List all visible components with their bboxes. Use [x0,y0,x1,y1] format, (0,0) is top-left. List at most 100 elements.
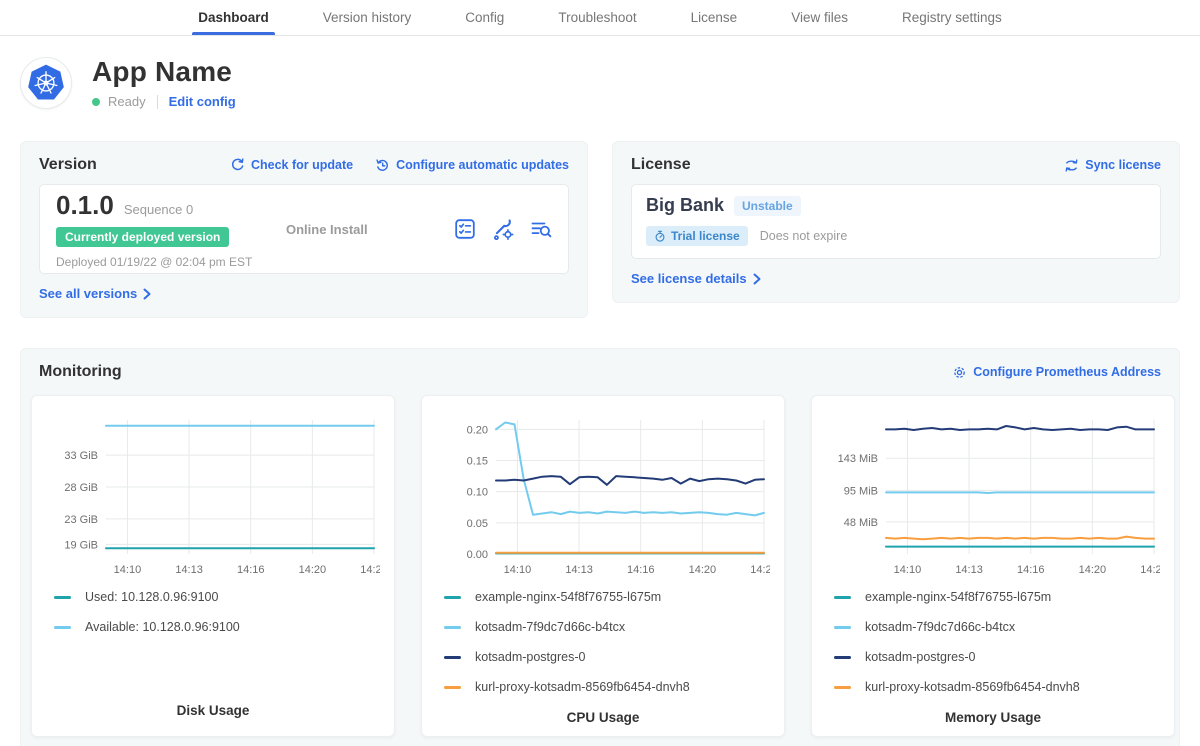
kubernetes-logo-icon [26,63,66,103]
license-panel: Big Bank Unstable Trial l [631,184,1161,259]
svg-text:14:23: 14:23 [750,564,770,576]
see-license-details-label: See license details [631,271,747,286]
svg-text:14:20: 14:20 [299,564,327,576]
legend-item: kurl-proxy-kotsadm-8569fb6454-dnvh8 [444,680,770,694]
charts-row: 14:10 14:13 14:16 14:20 14:23 19 GiB 23 GiB 28 … [31,395,1169,737]
sync-arrows-icon [1064,158,1079,173]
version-action-icons [454,218,552,240]
app-icon [20,57,72,109]
svg-text:19 GiB: 19 GiB [64,539,98,551]
legend-swatch-icon [834,626,851,629]
svg-text:0.10: 0.10 [467,487,488,499]
monitoring-section: Monitoring Configure Prometheus Address … [20,348,1180,746]
memory-usage-legend: example-nginx-54f8f76755-l675m kotsadm-7f… [826,590,1160,710]
legend-label: kurl-proxy-kotsadm-8569fb6454-dnvh8 [475,680,690,694]
cpu-usage-plot: 14:1014:1314:1614:2014:230.000.050.100.1… [436,410,770,582]
chart-card: 14:1014:1314:1614:2014:2319 GiB23 GiB28 … [31,395,395,737]
channel-badge: Unstable [734,196,801,216]
app-header: App Name Ready Edit config [20,56,1180,109]
configure-automatic-updates-link[interactable]: Configure automatic updates [375,158,569,173]
svg-text:0.05: 0.05 [467,518,488,530]
svg-text:0.20: 0.20 [467,424,488,436]
legend-label: example-nginx-54f8f76755-l675m [865,590,1051,604]
svg-text:95 MiB: 95 MiB [844,485,878,497]
scheduled-update-icon [375,158,390,173]
legend-item: example-nginx-54f8f76755-l675m [834,590,1160,604]
license-card-header: License Sync license [631,156,1161,174]
install-type: Online Install [286,222,454,237]
svg-text:48 MiB: 48 MiB [844,517,878,529]
chart-title: Memory Usage [826,710,1160,729]
see-license-details-link[interactable]: See license details [631,271,762,286]
divider [157,95,158,109]
preflight-checks-icon[interactable] [454,218,476,240]
chevron-right-icon [142,288,152,300]
edit-config-link[interactable]: Edit config [169,94,236,109]
deployed-version-panel: 0.1.0 Sequence 0 Currently deployed vers… [39,184,569,274]
svg-text:14:13: 14:13 [175,564,203,576]
svg-text:28 GiB: 28 GiB [64,482,98,494]
see-all-versions-link[interactable]: See all versions [39,286,152,301]
deployed-timestamp: Deployed 01/19/22 @ 02:04 pm EST [56,255,286,269]
cpu-usage-chart: 14:1014:1314:1614:2014:230.000.050.100.1… [436,410,770,582]
refresh-icon [230,158,245,173]
svg-text:14:10: 14:10 [504,564,532,576]
check-for-update-link[interactable]: Check for update [230,158,353,173]
svg-text:14:13: 14:13 [955,564,983,576]
chart-card: 14:1014:1314:1614:2014:2348 MiB95 MiB143… [811,395,1175,737]
legend-swatch-icon [444,626,461,629]
page-title: App Name [92,56,236,88]
configure-prometheus-link[interactable]: Configure Prometheus Address [952,365,1161,380]
legend-item: kotsadm-7f9dc7d66c-b4tcx [834,620,1160,634]
dashboard-page: App Name Ready Edit config Version [0,56,1200,746]
legend-label: kotsadm-7f9dc7d66c-b4tcx [475,620,625,634]
license-card: License Sync license Big Bank [612,141,1180,303]
svg-text:33 GiB: 33 GiB [64,450,98,462]
svg-text:0.15: 0.15 [467,456,488,468]
svg-text:14:10: 14:10 [114,564,142,576]
svg-text:14:16: 14:16 [237,564,265,576]
memory-usage-plot: 14:1014:1314:1614:2014:2348 MiB95 MiB143… [826,410,1160,582]
chart-title: CPU Usage [436,710,770,729]
legend-item: example-nginx-54f8f76755-l675m [444,590,770,604]
logs-icon[interactable] [530,218,552,240]
legend-item: Used: 10.128.0.96:9100 [54,590,380,604]
tab-troubleshoot[interactable]: Troubleshoot [558,0,636,35]
legend-swatch-icon [834,596,851,599]
license-expiry: Does not expire [760,229,848,243]
svg-text:14:16: 14:16 [627,564,655,576]
legend-label: example-nginx-54f8f76755-l675m [475,590,661,604]
svg-text:14:16: 14:16 [1017,564,1045,576]
nav-tabs: Dashboard Version history Config Troublesho… [0,0,1200,35]
chevron-right-icon [752,273,762,285]
license-card-title: License [631,156,691,174]
svg-text:14:23: 14:23 [1140,564,1160,576]
monitoring-header: Monitoring Configure Prometheus Address [39,363,1161,381]
tab-dashboard[interactable]: Dashboard [198,0,269,35]
version-sequence: Sequence 0 [124,202,193,217]
sync-license-link[interactable]: Sync license [1064,158,1161,173]
svg-text:14:20: 14:20 [1079,564,1107,576]
chart-card: 14:1014:1314:1614:2014:230.000.050.100.1… [421,395,785,737]
stopwatch-icon [654,230,666,243]
chart-title: Disk Usage [46,703,380,722]
legend-item: Available: 10.128.0.96:9100 [54,620,380,634]
see-all-versions-label: See all versions [39,286,137,301]
legend-swatch-icon [54,596,71,599]
version-card-header: Version Check for update [39,156,569,174]
svg-text:23 GiB: 23 GiB [64,514,98,526]
config-icon[interactable] [492,218,514,240]
tab-registry-settings[interactable]: Registry settings [902,0,1002,35]
tab-view-files[interactable]: View files [791,0,848,35]
tab-license[interactable]: License [691,0,738,35]
memory-usage-chart: 14:1014:1314:1614:2014:2348 MiB95 MiB143… [826,410,1160,582]
tab-version-history[interactable]: Version history [323,0,412,35]
trial-license-badge: Trial license [646,226,748,246]
summary-cards: Version Check for update [20,141,1180,318]
customer-name: Big Bank [646,195,724,216]
trial-license-label: Trial license [671,229,740,243]
tab-config[interactable]: Config [465,0,504,35]
legend-swatch-icon [444,686,461,689]
version-card-title: Version [39,156,97,174]
legend-item: kotsadm-postgres-0 [444,650,770,664]
